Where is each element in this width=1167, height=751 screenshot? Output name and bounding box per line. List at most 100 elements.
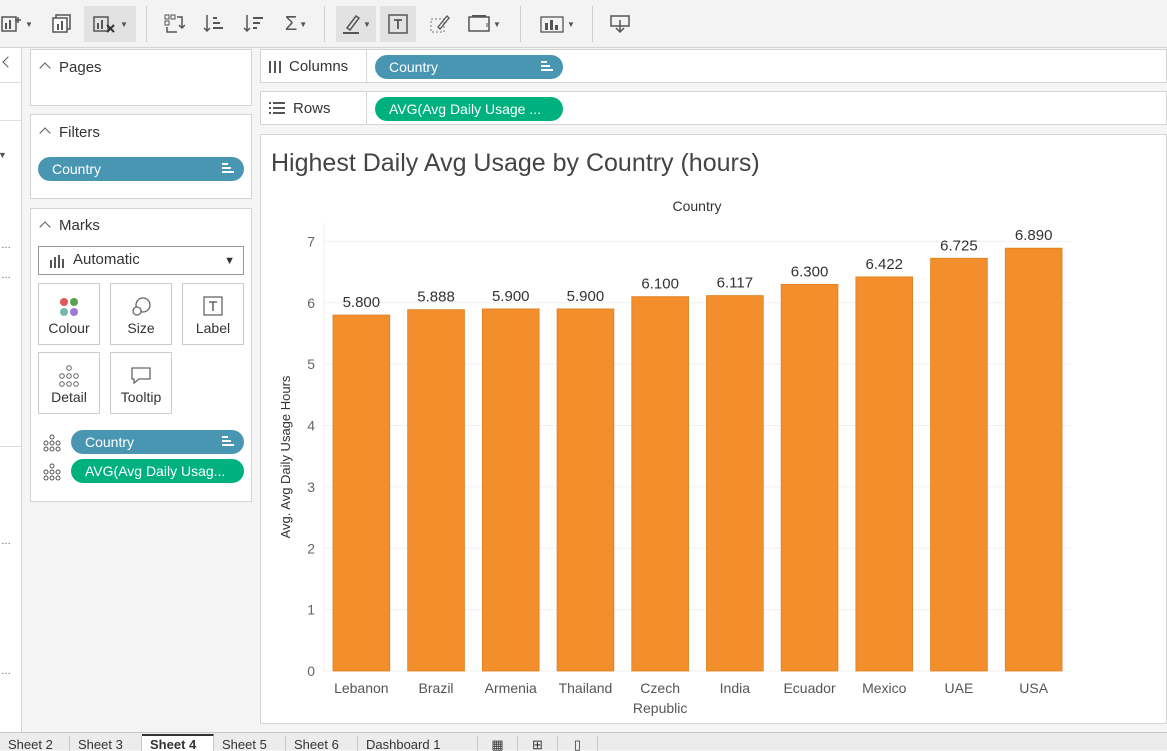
show-me-button[interactable]: ▼ — [534, 6, 580, 42]
size-icon — [132, 297, 151, 316]
pages-title: Pages — [59, 59, 102, 76]
data-label: 5.900 — [567, 288, 605, 305]
data-label: 6.300 — [791, 263, 829, 280]
filters-title: Filters — [59, 124, 100, 141]
y-tick-label: 6 — [307, 295, 315, 311]
x-tick-label: Armenia — [485, 680, 537, 696]
swap-rows-columns-button[interactable] — [158, 6, 190, 42]
pill-label: AVG(Avg Daily Usag... — [85, 463, 226, 479]
detail-button[interactable]: Detail — [38, 352, 100, 414]
y-tick-label: 7 — [307, 233, 315, 249]
sheet-tab[interactable]: Sheet 6 — [286, 736, 358, 751]
filter-pill-country[interactable]: Country — [38, 157, 244, 181]
colour-button[interactable]: Colour — [38, 283, 100, 345]
rows-shelf[interactable]: Rows AVG(Avg Daily Usage ... — [260, 91, 1167, 125]
sort-descending-icon — [243, 15, 263, 33]
detail-icon — [43, 463, 61, 481]
columns-shelf[interactable]: Columns Country — [260, 49, 1167, 83]
y-tick-label: 4 — [307, 418, 315, 434]
collapse-pane-button[interactable] — [2, 56, 14, 68]
rows-pill-avg-usage[interactable]: AVG(Avg Daily Usage ... — [375, 97, 563, 121]
fit-button[interactable]: ▼ — [464, 6, 504, 42]
fix-axes-button[interactable] — [424, 6, 454, 42]
marks-title: Marks — [59, 217, 100, 234]
sort-icon — [222, 436, 234, 448]
rows-shelf-label: Rows — [261, 92, 367, 124]
columns-pill-country[interactable]: Country — [375, 55, 563, 79]
sigma-icon: Σ — [284, 12, 298, 35]
mark-type-label: Automatic — [73, 251, 140, 268]
totals-button[interactable]: Σ ▼ — [280, 6, 312, 42]
size-label: Size — [127, 320, 155, 336]
data-label: 6.890 — [1015, 227, 1053, 244]
presentation-mode-button[interactable] — [604, 6, 636, 42]
duplicate-sheet-button[interactable] — [46, 6, 78, 42]
sheet-tab[interactable]: Sheet 2 — [0, 736, 70, 751]
new-story-tab-icon[interactable]: ▯ — [558, 736, 598, 751]
bar — [556, 308, 615, 672]
x-tick-label: Brazil — [419, 680, 454, 696]
y-tick-label: 2 — [307, 540, 315, 556]
detail-label: Detail — [51, 389, 87, 405]
collapse-caret-icon[interactable] — [39, 221, 51, 233]
data-label: 6.100 — [641, 276, 679, 293]
marks-card: Marks Automatic ▼ Colour Size Label Deta… — [30, 208, 252, 502]
bar — [855, 276, 914, 672]
toolbar: ▼ ▼ Σ ▼ ▼ ▼ ▼ — [0, 0, 1167, 48]
y-tick-label: 3 — [307, 479, 315, 495]
x-tick-label: Mexico — [862, 680, 907, 696]
sort-descending-button[interactable] — [238, 6, 268, 42]
show-me-chart-icon — [540, 16, 564, 33]
bar — [780, 283, 839, 672]
new-worksheet-tab-icon[interactable]: ▦ — [478, 736, 518, 751]
download-icon — [610, 15, 630, 34]
new-worksheet-icon — [1, 16, 22, 32]
clear-sheet-button[interactable]: ▼ — [84, 6, 136, 42]
colour-label: Colour — [48, 320, 90, 336]
show-mark-labels-button[interactable] — [380, 6, 416, 42]
mark-type-select[interactable]: Automatic ▼ — [38, 246, 244, 275]
data-pane-collapsed: ▼ … … … … — [0, 48, 22, 732]
text-label-icon — [203, 296, 223, 316]
swap-icon — [164, 14, 185, 33]
sheet-tab[interactable]: Sheet 3 — [70, 736, 142, 751]
collapse-caret-icon[interactable] — [39, 62, 51, 74]
columns-icon — [269, 61, 281, 73]
x-tick-label: UAE — [945, 680, 974, 696]
data-label: 6.725 — [940, 237, 978, 254]
y-tick-label: 1 — [307, 602, 315, 618]
size-button[interactable]: Size — [110, 283, 172, 345]
label-button[interactable]: Label — [182, 283, 244, 345]
chart-canvas: Highest Daily Avg Usage by Country (hour… — [260, 134, 1167, 724]
highlight-button[interactable]: ▼ — [336, 6, 376, 42]
label-label: Label — [195, 320, 231, 336]
y-tick-label: 0 — [307, 663, 315, 679]
bar-mark-icon — [50, 255, 64, 268]
dropdown-caret-icon[interactable]: ▼ — [0, 150, 7, 160]
bar — [930, 257, 988, 672]
sheet-tab[interactable]: Sheet 5 — [214, 736, 286, 751]
pill-label: Country — [85, 434, 135, 450]
new-dashboard-tab-icon[interactable]: ⊞ — [518, 736, 558, 751]
sheet-tab[interactable]: Dashboard 1 — [358, 736, 478, 751]
sheet-tab[interactable]: Sheet 4 — [142, 734, 214, 751]
marks-pill-avg-usage[interactable]: AVG(Avg Daily Usag... — [71, 459, 244, 483]
sort-icon — [222, 163, 234, 175]
colour-icon — [60, 298, 78, 316]
data-label: 5.888 — [417, 289, 455, 306]
bar — [706, 295, 764, 672]
highlighter-icon — [343, 14, 361, 34]
bar — [332, 314, 391, 672]
bar — [407, 309, 465, 672]
sort-ascending-button[interactable] — [198, 6, 228, 42]
sort-ascending-icon — [203, 15, 223, 33]
bar — [481, 308, 540, 672]
marks-pill-country[interactable]: Country — [71, 430, 244, 454]
x-tick-label: Republic — [633, 700, 687, 716]
collapse-caret-icon[interactable] — [39, 127, 51, 139]
data-label: 5.800 — [343, 294, 381, 311]
tooltip-button[interactable]: Tooltip — [110, 352, 172, 414]
new-worksheet-button[interactable]: ▼ — [0, 6, 34, 42]
bar — [1004, 247, 1063, 672]
x-axis-label: Country — [672, 198, 721, 214]
